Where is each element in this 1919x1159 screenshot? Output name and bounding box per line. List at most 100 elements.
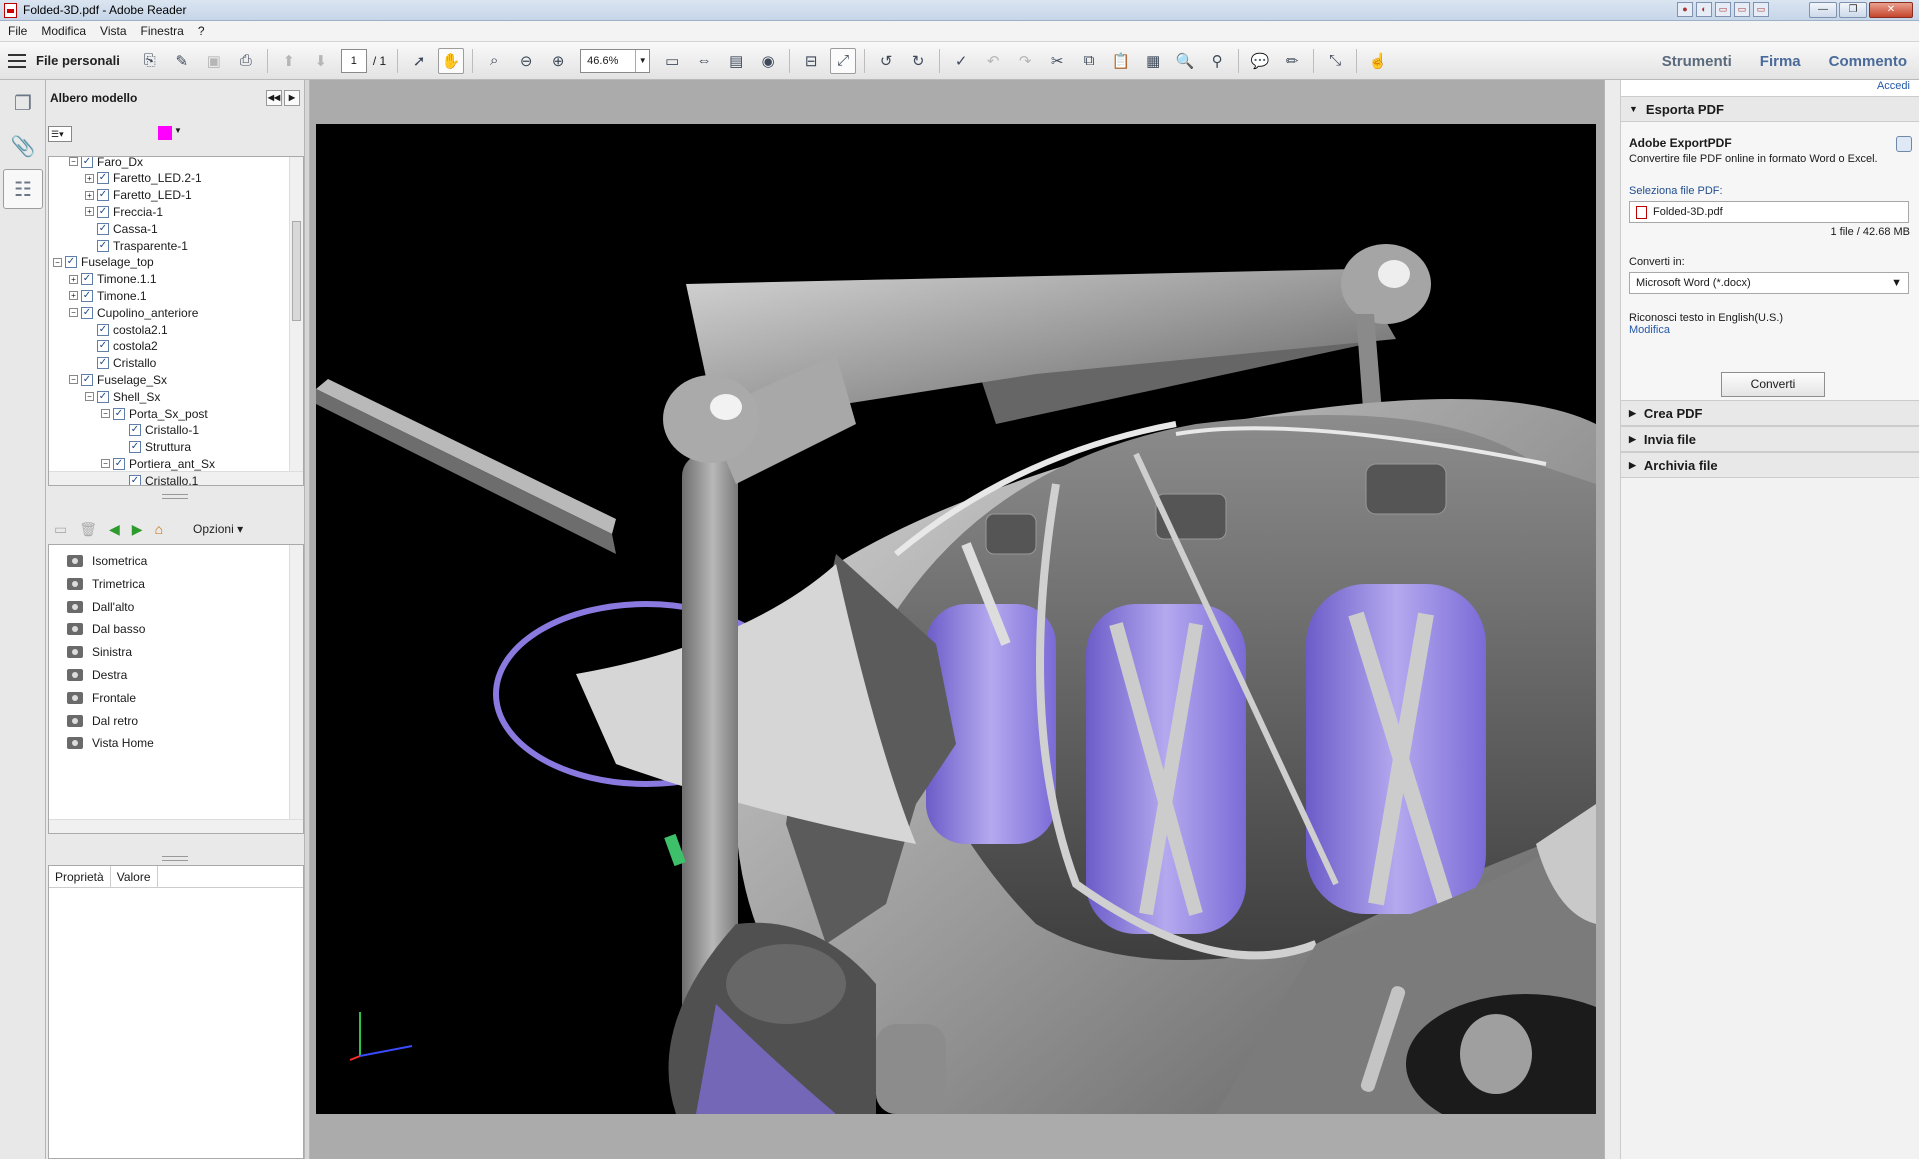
menu-finestra[interactable]: Finestra <box>141 24 184 38</box>
visibility-checkbox[interactable]: ✓ <box>129 474 141 485</box>
rotate-ccw-icon[interactable]: ↺ <box>873 48 899 74</box>
fit-width-icon[interactable]: ⇔ <box>691 48 717 74</box>
value-column-header[interactable]: Valore <box>111 866 158 887</box>
visibility-checkbox[interactable]: ✓ <box>97 340 109 353</box>
actual-size-icon[interactable]: ▭ <box>659 48 685 74</box>
collapse-icon[interactable]: − <box>69 308 78 318</box>
view-item[interactable]: Dal basso <box>67 619 145 639</box>
visibility-checkbox[interactable]: ✓ <box>97 323 109 336</box>
home-icon[interactable]: ⌂ <box>155 521 163 537</box>
tree-item[interactable]: + ✓ Faretto_LED.2-1 <box>85 170 202 187</box>
splitter-grip[interactable] <box>162 494 188 499</box>
tree-item[interactable]: − ✓ Faro_Dx <box>69 157 143 170</box>
expand-icon[interactable]: + <box>85 207 94 217</box>
format-select[interactable]: Microsoft Word (*.docx) ▼ <box>1629 272 1909 294</box>
visibility-checkbox[interactable]: ✓ <box>97 222 109 235</box>
splitter-grip[interactable] <box>162 856 188 861</box>
collapse-icon[interactable]: − <box>53 257 62 267</box>
view-item[interactable]: Dall'alto <box>67 597 134 617</box>
copy-icon[interactable]: ⧉ <box>1076 48 1102 74</box>
visibility-checkbox[interactable]: ✓ <box>65 256 77 269</box>
menu-modifica[interactable]: Modifica <box>41 24 86 38</box>
highlight-icon[interactable]: ✏ <box>1279 48 1305 74</box>
visibility-checkbox[interactable]: ✓ <box>129 441 141 454</box>
right-pane-scrollbar[interactable] <box>1605 80 1621 1159</box>
previous-page-icon[interactable]: ⬆ <box>276 48 302 74</box>
signin-link[interactable]: Accedi <box>1621 80 1919 96</box>
select-tool-icon[interactable]: ➚ <box>406 48 432 74</box>
edit-pdf-icon[interactable]: ✎ <box>169 48 195 74</box>
minimize-button[interactable]: — <box>1809 2 1837 18</box>
tab-firma[interactable]: Firma <box>1760 53 1801 70</box>
tree-item[interactable]: − ✓ Shell_Sx <box>85 388 160 405</box>
tree-item[interactable]: ✓ Cassa-1 <box>85 220 158 237</box>
options-menu[interactable]: Opzioni ▾ <box>193 522 243 536</box>
collapse-icon[interactable]: − <box>85 392 94 402</box>
paste-icon[interactable]: 📋 <box>1108 48 1134 74</box>
advanced-search-icon[interactable]: ⚲ <box>1204 48 1230 74</box>
view-item[interactable]: Isometrica <box>67 551 147 571</box>
expand-icon[interactable]: + <box>85 173 94 183</box>
expand-icon[interactable]: + <box>69 291 78 301</box>
view-item[interactable]: Vista Home <box>67 733 154 753</box>
visibility-checkbox[interactable]: ✓ <box>97 189 109 202</box>
tree-item[interactable]: ✓ costola2 <box>85 338 158 355</box>
tray-icon[interactable]: ▭ <box>1734 2 1750 17</box>
view-item[interactable]: Trimetrica <box>67 574 145 594</box>
send-files-section-header[interactable]: ▶ Invia file <box>1621 426 1919 452</box>
color-swatch[interactable] <box>158 126 172 140</box>
visibility-checkbox[interactable]: ✓ <box>113 407 125 420</box>
tray-icon[interactable]: ▭ <box>1753 2 1769 17</box>
export-pdf-section-header[interactable]: ▼ Esporta PDF <box>1621 96 1919 122</box>
next-view-icon[interactable]: ▶ <box>132 521 143 538</box>
maximize-button[interactable]: ❐ <box>1839 2 1867 18</box>
tree-item[interactable]: − ✓ Portiera_ant_Sx <box>101 455 215 472</box>
view-settings-icon[interactable]: ▭ <box>54 521 67 538</box>
fit-page-icon[interactable]: ▤ <box>723 48 749 74</box>
rotate-cw-icon[interactable]: ↻ <box>905 48 931 74</box>
tree-item[interactable]: ✓ Cristallo <box>85 355 156 372</box>
page-thumbnails-icon[interactable]: ❐ <box>3 83 43 123</box>
convert-button[interactable]: Converti <box>1721 372 1825 397</box>
menu-help[interactable]: ? <box>198 24 205 38</box>
hand-tool-icon[interactable]: ✋ <box>438 47 465 74</box>
zoom-select[interactable]: 46.6% ▼ <box>580 48 651 73</box>
undo-icon[interactable]: ↶ <box>980 48 1006 74</box>
visibility-checkbox[interactable]: ✓ <box>97 239 109 252</box>
views-vertical-scrollbar[interactable] <box>289 545 303 833</box>
snapshot-icon[interactable]: ▦ <box>1140 48 1166 74</box>
tree-item[interactable]: + ✓ Freccia-1 <box>85 203 163 220</box>
collapse-icon[interactable]: − <box>101 409 110 418</box>
tree-item[interactable]: − ✓ Fuselage_Sx <box>69 371 167 388</box>
visibility-checkbox[interactable]: ✓ <box>113 457 125 470</box>
model-tree-icon[interactable]: ☷ <box>3 169 43 209</box>
tab-strumenti[interactable]: Strumenti <box>1662 53 1732 70</box>
tree-item[interactable]: ✓ Struttura <box>117 439 191 456</box>
tree-item[interactable]: − ✓ Porta_Sx_post <box>101 405 208 422</box>
tree-item[interactable]: + ✓ Faretto_LED-1 <box>85 187 192 204</box>
previous-view-icon[interactable]: ◀ <box>109 521 120 538</box>
view-item[interactable]: Dal retro <box>67 711 138 731</box>
spellcheck-icon[interactable]: ✓ <box>948 48 974 74</box>
view-item[interactable]: Frontale <box>67 688 136 708</box>
tree-item[interactable]: + ✓ Timone.1 <box>69 287 147 304</box>
tree-item[interactable]: ✓ Trasparente-1 <box>85 237 188 254</box>
cut-icon[interactable]: ✂ <box>1044 48 1070 74</box>
tab-commento[interactable]: Commento <box>1829 53 1907 70</box>
visibility-checkbox[interactable]: ✓ <box>81 273 93 286</box>
close-button[interactable]: ✕ <box>1869 2 1913 18</box>
tree-vertical-scrollbar[interactable] <box>289 157 303 485</box>
tree-item[interactable]: + ✓ Timone.1.1 <box>69 271 157 288</box>
visibility-checkbox[interactable]: ✓ <box>97 172 109 185</box>
expand-right-icon[interactable]: ▶ <box>284 90 300 106</box>
3d-model-render[interactable] <box>316 124 1596 1114</box>
collapse-icon[interactable]: − <box>101 459 110 469</box>
marquee-zoom-icon[interactable]: ⌕ <box>481 48 507 74</box>
menu-file[interactable]: File <box>8 24 27 38</box>
visibility-checkbox[interactable]: ✓ <box>81 289 93 302</box>
tree-item[interactable]: − ✓ Fuselage_top <box>53 254 154 271</box>
attachments-icon[interactable]: 📎 <box>3 126 43 166</box>
read-aloud-icon[interactable]: ◉ <box>755 48 781 74</box>
save-icon[interactable]: ▣ <box>201 48 227 74</box>
menu-vista[interactable]: Vista <box>100 24 126 38</box>
